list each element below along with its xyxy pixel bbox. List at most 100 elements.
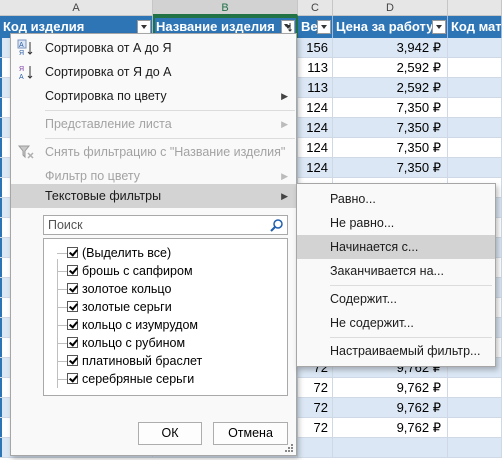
table-cell[interactable]: 124 [298,98,333,118]
contains-label: Содержит... [330,292,398,306]
column-letter-a[interactable]: A [0,0,153,16]
table-cell[interactable] [298,438,333,458]
table-cell[interactable] [448,98,502,118]
table-cell[interactable]: 124 [298,118,333,138]
equals-label: Равно... [330,192,376,206]
checkbox[interactable] [67,355,78,366]
table-cell[interactable]: 72 [298,398,333,418]
filter-value-label: платиновый браслет [82,354,203,368]
table-cell[interactable] [333,438,448,458]
svg-text:А: А [19,42,24,49]
checkbox[interactable] [67,247,78,258]
text-filters-label: Текстовые фильтры [45,189,162,203]
table-cell[interactable] [448,118,502,138]
sort-az-label: Сортировка от А до Я [45,41,172,55]
not-contains-item[interactable]: Не содержит... [297,311,495,335]
checkbox[interactable] [67,301,78,312]
filter-value-label: золотое кольцо [82,282,172,296]
filter-dropdown-icon[interactable] [317,20,331,34]
filter-value-item[interactable]: кольцо с рубином [44,331,284,352]
filter-dropdown-icon[interactable] [137,20,151,34]
table-cell[interactable]: 7,350 ₽ [333,98,448,118]
sort-by-color-label: Сортировка по цвету [45,89,167,103]
table-cell[interactable] [448,38,502,58]
table-cell[interactable] [448,138,502,158]
table-cell[interactable]: 113 [298,58,333,78]
checkbox[interactable] [67,373,78,384]
table-cell[interactable] [448,58,502,78]
cancel-button[interactable]: Отмена [213,422,288,445]
clear-filter-item[interactable]: Снять фильтрацию с "Название изделия" [11,140,296,164]
resize-grip-icon[interactable] [285,444,293,452]
table-cell[interactable] [448,418,502,438]
column-letter-b[interactable]: B [153,0,298,16]
ok-button[interactable]: ОК [138,422,202,445]
ends-with-item[interactable]: Заканчивается на... [297,259,495,283]
header-cell-material[interactable]: Код мат [448,16,502,38]
clear-filter-label: Снять фильтрацию с "Название изделия" [45,145,286,159]
column-letter-c[interactable]: C [298,0,333,16]
table-cell[interactable]: 9,762 ₽ [333,418,448,438]
contains-item[interactable]: Содержит... [297,287,495,311]
filter-dropdown-icon[interactable] [432,20,446,34]
filter-value-item[interactable]: золотые серьги [44,295,284,316]
not-equals-label: Не равно... [330,216,395,230]
custom-filter-label: Настраиваемый фильтр... [330,344,481,358]
table-cell[interactable]: 113 [298,78,333,98]
table-cell[interactable]: 2,592 ₽ [333,78,448,98]
table-cell[interactable]: 9,762 ₽ [333,378,448,398]
begins-with-item[interactable]: Начинается с... [297,235,495,259]
header-cell-weight[interactable]: Ве [298,16,333,38]
filter-value-item[interactable]: кольцо с изумрудом [44,313,284,334]
custom-filter-item[interactable]: Настраиваемый фильтр... [297,339,495,363]
checkbox[interactable] [67,283,78,294]
table-cell[interactable] [448,158,502,178]
table-cell[interactable] [448,438,502,458]
header-label: Код мат [451,19,502,34]
not-equals-item[interactable]: Не равно... [297,211,495,235]
header-label: Название изделия [156,19,275,34]
header-cell-price[interactable]: Цена за работу [333,16,448,38]
not-contains-label: Не содержит... [330,316,414,330]
table-cell[interactable]: 3,942 ₽ [333,38,448,58]
search-placeholder: Поиск [48,218,83,232]
tree-line [57,253,67,254]
table-cell[interactable]: 156 [298,38,333,58]
text-filters-item[interactable]: Текстовые фильтры ▶ [11,184,296,208]
filter-value-item[interactable]: платиновый браслет [44,349,284,370]
table-cell[interactable]: 124 [298,138,333,158]
equals-item[interactable]: Равно... [297,187,495,211]
table-cell[interactable] [448,78,502,98]
table-cell[interactable]: 72 [298,378,333,398]
filter-value-label: (Выделить все) [82,246,172,260]
filter-value-item[interactable]: золотое кольцо [44,277,284,298]
filter-value-item[interactable]: брошь с сапфиром [44,259,284,280]
table-cell[interactable]: 9,762 ₽ [333,398,448,418]
table-cell[interactable]: 72 [298,418,333,438]
sheet-view-item[interactable]: Представление листа ▶ [11,112,296,136]
checkbox[interactable] [67,337,78,348]
table-cell[interactable]: 2,592 ₽ [333,58,448,78]
table-cell[interactable]: 7,350 ₽ [333,158,448,178]
filter-value-item[interactable]: серебряные серьги [44,367,284,388]
sort-az-item[interactable]: А Я Сортировка от А до Я [11,36,296,60]
column-letter-d[interactable]: D [333,0,448,16]
value-checklist: (Выделить все) брошь с сапфиром золотое ко… [43,238,288,396]
search-input[interactable]: Поиск [43,215,288,235]
begins-with-label: Начинается с... [330,240,419,254]
tree-line [57,343,67,344]
table-cell[interactable] [448,398,502,418]
table-cell[interactable]: 7,350 ₽ [333,118,448,138]
column-letter-e[interactable] [448,0,502,16]
checkbox[interactable] [67,265,78,276]
select-all-item[interactable]: (Выделить все) [44,244,284,262]
menu-divider [330,285,492,286]
table-cell[interactable] [448,378,502,398]
checkbox[interactable] [67,319,78,330]
menu-divider [45,138,295,139]
sort-za-item[interactable]: Я А Сортировка от Я до А [11,60,296,84]
filter-active-dropdown-icon[interactable] [281,20,295,34]
table-cell[interactable]: 124 [298,158,333,178]
table-cell[interactable]: 7,350 ₽ [333,138,448,158]
sort-by-color-item[interactable]: Сортировка по цвету ▶ [11,84,296,108]
